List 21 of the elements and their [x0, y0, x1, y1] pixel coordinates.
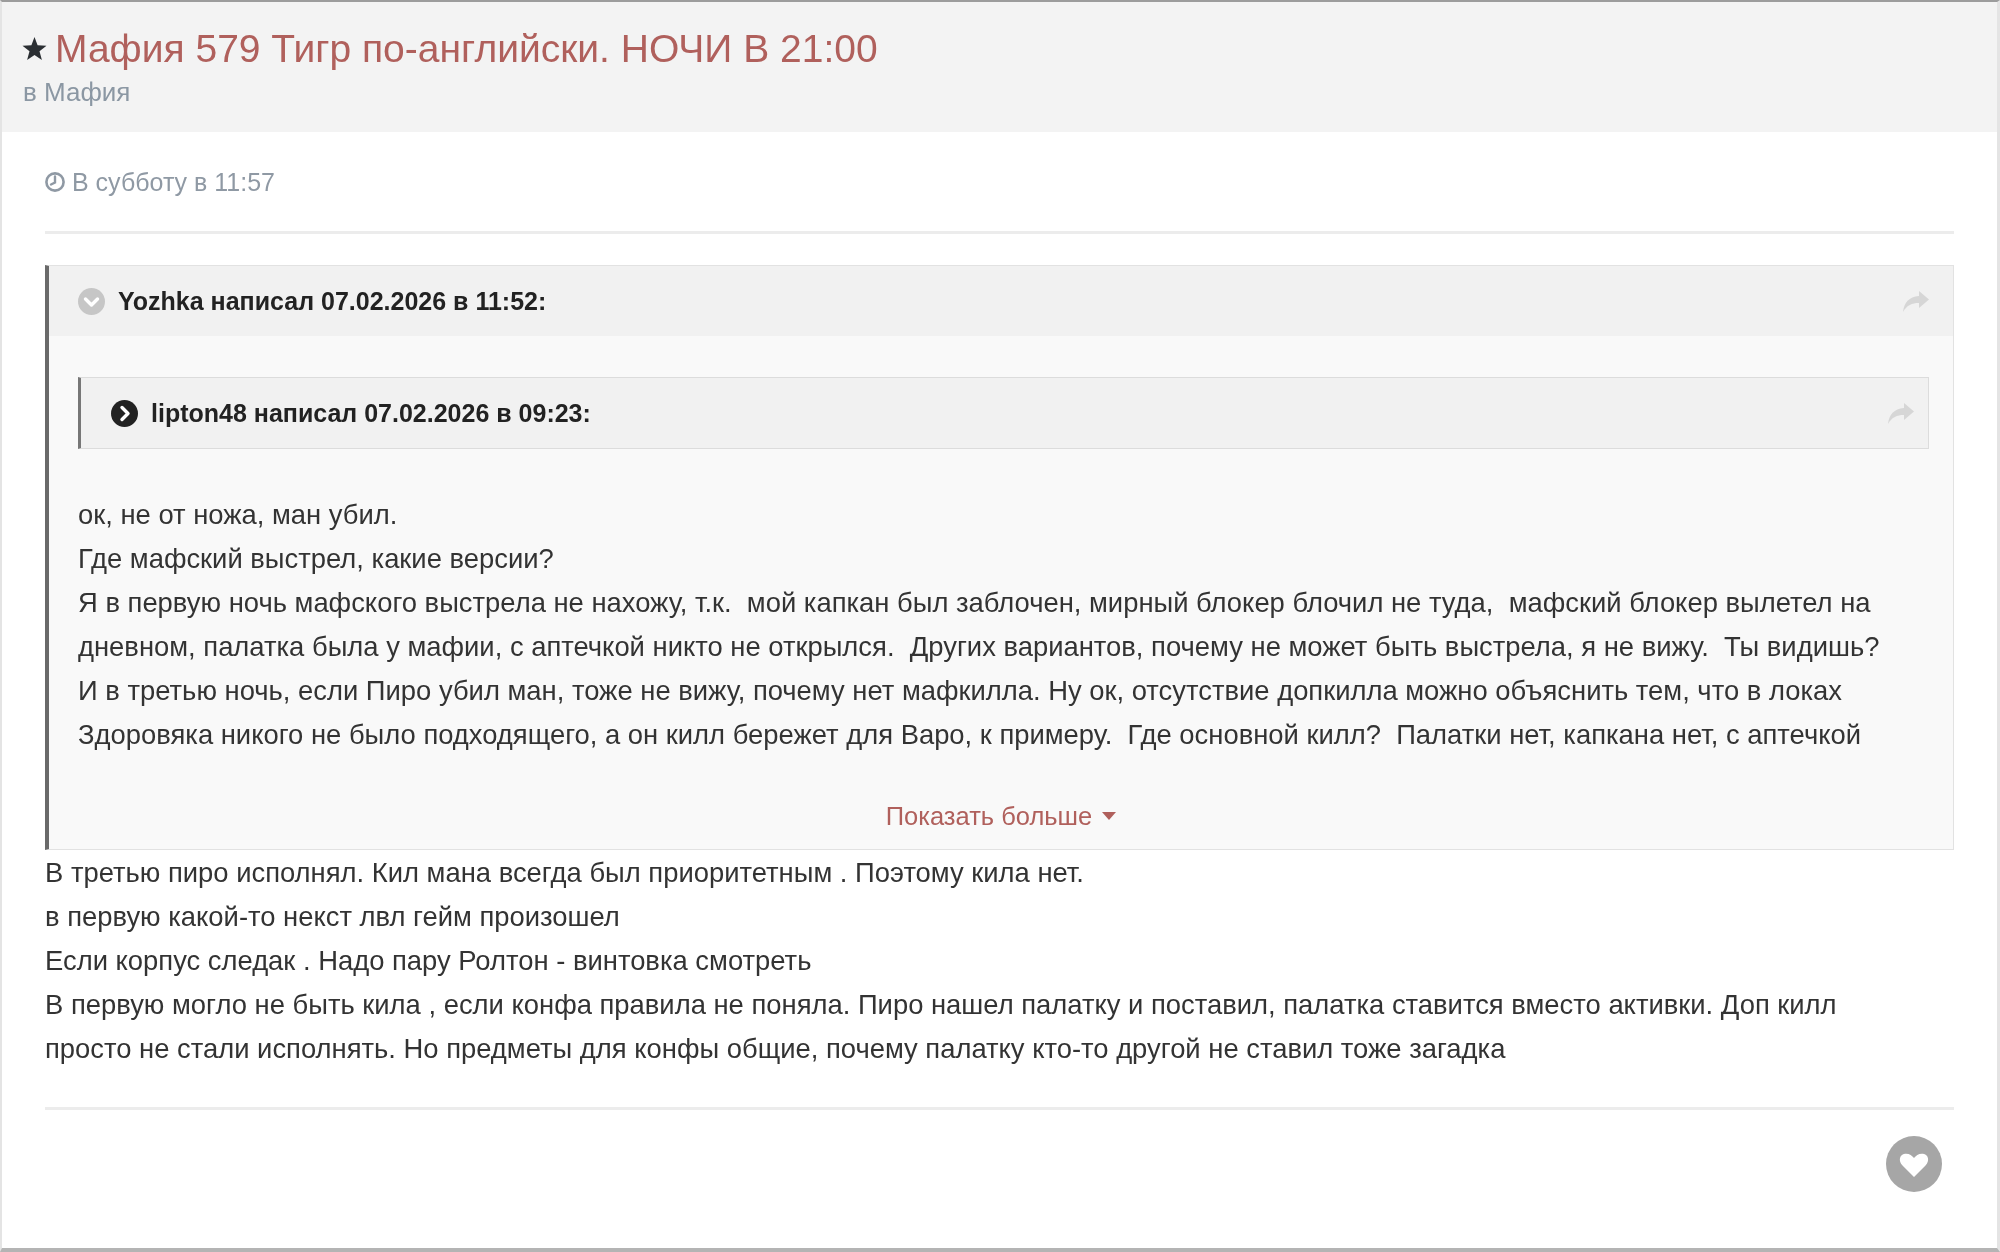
share-icon[interactable]	[1903, 290, 1929, 312]
post-paragraph: В первую могло не быть кила , если конфа правила не поняла. Пиро нашел палатку и поставил, палатка ставится вместо активки. Доп килл просто не стали исполнять. Но предметы для конфы общие, почему палатку кто-то другой не ставил тоже загадка	[45, 988, 1838, 1066]
share-icon[interactable]	[1888, 402, 1914, 424]
quote-paragraph: Я в первую ночь мафского выстрела не нахожу, т.к. мой капкан был заблочен, мирный блокер блочил не туда, мафский блокер вылетел на дневном, палатка была у мафии, с аптечкой никто не открылся. Других вариантов, почему не может быть выстрела, я не вижу. Ты видишь?	[78, 586, 1881, 664]
post-date: В субботу в 11:57	[72, 167, 275, 197]
forum-label: в Мафия	[23, 76, 131, 109]
quote-author: Yozhka написал 07.02.2026 в 11:52:	[118, 286, 547, 316]
caret-icon	[1102, 812, 1117, 820]
chevron-right-circle-icon[interactable]	[111, 399, 138, 427]
clock-icon	[45, 172, 65, 192]
chevron-down-circle-icon[interactable]	[78, 287, 105, 315]
show-more-link[interactable]: Показать больше	[885, 801, 1117, 831]
thread-title: Мафия 579 Тигр по-английски. НОЧИ В 21:00	[55, 26, 878, 72]
quote-paragraph: Где мафский выстрел, какие версии?	[78, 542, 555, 576]
star-icon	[22, 37, 47, 61]
quote-author: lipton48 написал 07.02.2026 в 09:23:	[151, 398, 591, 428]
post-paragraph: в первую какой-то некст лвл гейм произошел	[45, 900, 621, 934]
quote-paragraph: ок, не от ножа, ман убил.	[78, 498, 399, 532]
post-paragraph: Если корпус следак . Надо пару Ролтон - винтовка смотреть	[45, 944, 813, 978]
post-paragraph: В третью пиро исполнял. Кил мана всегда был приоритетным . Поэтому кила нет.	[45, 856, 1085, 890]
quote-paragraph: И в третью ночь, если Пиро убил ман, тоже не вижу, почему нет мафкилла. Ну ок, отсутствие допкилла можно объяснить тем, что в локах Здоровяка никого не было подходящего, а он килл бережет для Варо, к примеру. Где основной килл? Палатки нет, капкана нет, с аптечкой	[78, 674, 1862, 752]
